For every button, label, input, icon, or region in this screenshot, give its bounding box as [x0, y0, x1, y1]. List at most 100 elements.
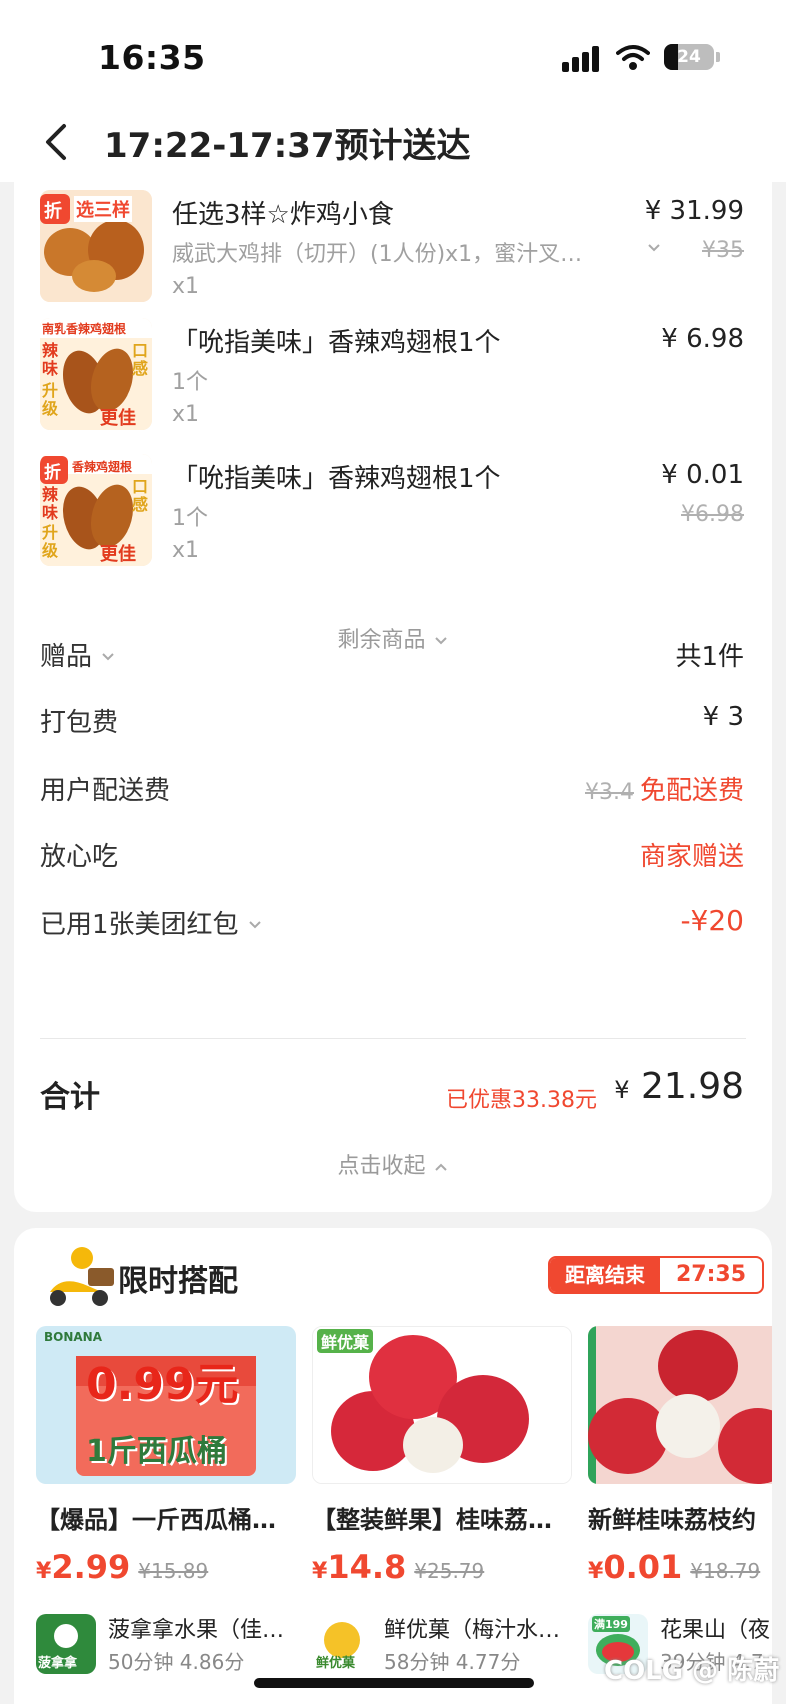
shop-meta: 58分钟 4.77分: [384, 1650, 521, 1674]
status-time: 16:35: [98, 38, 206, 77]
item-thumbnail: 折 选三样: [40, 190, 152, 302]
discount-badge: 折: [44, 201, 62, 222]
thumb-label: 选三样: [74, 196, 132, 222]
product-price: ¥2.99 ¥15.89: [36, 1548, 209, 1586]
item-name: 「吮指美味」香辣鸡翅根1个: [172, 328, 501, 358]
total-discount: 已优惠33.38元: [446, 1088, 597, 1113]
gift-label: 赠品: [40, 636, 116, 673]
battery-nub: [716, 52, 720, 62]
thumb-top-label: 南乳香辣鸡翅根: [42, 322, 127, 336]
item-spec: 1个: [172, 506, 208, 531]
thumb-right-label: 更佳: [100, 544, 136, 565]
product-promo-text: 0.99元: [86, 1359, 239, 1410]
safe-eat-value: 商家赠送: [639, 842, 744, 872]
product-brand: BONANA: [44, 1330, 103, 1344]
back-arrow-icon[interactable]: [40, 122, 76, 162]
product-name: 【爆品】一斤西瓜桶…: [36, 1506, 276, 1534]
thumb-right-label: 口感: [132, 477, 149, 514]
item-qty: x1: [172, 274, 200, 299]
status-bar: 16:35 24: [0, 0, 786, 100]
order-summary-card: 折 选三样 任选3样☆炸鸡小食 威武大鸡排（切开）(1人份)x1，蜜汁叉… x1…: [14, 182, 772, 1212]
product-name: 新鲜桂味荔枝约: [588, 1506, 756, 1534]
item-original-price: ¥35: [702, 238, 744, 263]
thumb-right-label: 更佳: [100, 408, 136, 429]
packing-fee-label: 打包费: [40, 708, 119, 738]
safe-eat-row: 放心吃 商家赠送: [14, 828, 772, 878]
shop-logo-text: 鲜优菓: [316, 1656, 356, 1671]
thumb-top-label: 香辣鸡翅根: [72, 460, 133, 474]
shop-name: 菠拿拿水果（佳…: [108, 1618, 285, 1643]
page-title: 17:22-17:37预计送达: [104, 126, 471, 166]
countdown-timer: 距离结束 27:35: [548, 1256, 764, 1294]
shop-name: 鲜优菓（梅汁水…: [384, 1618, 561, 1643]
product-tag: 鲜优菓: [317, 1329, 374, 1353]
battery-percent: 24: [677, 47, 701, 67]
red-packet-label: 已用1张美团红包: [40, 904, 263, 941]
order-item[interactable]: 南乳香辣鸡翅根 辣味 升级 口感 更佳 「吮指美味」香辣鸡翅根1个 1个 x1 …: [14, 316, 772, 436]
nav-bar: 17:22-17:37预计送达: [0, 100, 786, 182]
thumb-left-label: 升级: [42, 381, 59, 418]
collapse-label: 点击收起: [337, 1154, 426, 1179]
delivery-fee-free: 免配送费: [639, 776, 744, 806]
packing-fee-value: ¥ 3: [702, 702, 744, 732]
total-amount: ¥ 21.98: [614, 1066, 744, 1107]
shop-logo: 鲜优菓: [312, 1614, 372, 1674]
order-item[interactable]: 折 选三样 任选3样☆炸鸡小食 威武大鸡排（切开）(1人份)x1，蜜汁叉… x1…: [14, 188, 772, 308]
shop-logo-text: 菠拿拿: [38, 1656, 78, 1671]
shop-meta: 50分钟 4.86分: [108, 1650, 245, 1674]
product-price: ¥14.8 ¥25.79: [312, 1548, 485, 1586]
item-thumbnail: 南乳香辣鸡翅根 辣味 升级 口感 更佳: [40, 318, 152, 430]
delivery-fee-original: ¥3.4: [585, 780, 634, 805]
wifi-icon: [616, 45, 650, 70]
shop-logo-text: 满199: [592, 1616, 630, 1632]
product-name: 【整装鲜果】桂味荔…: [312, 1506, 552, 1534]
combo-product[interactable]: 新鲜桂味荔枝约 ¥0.01 ¥18.79 满199 花果山（夜 39分钟 4.7: [588, 1326, 772, 1696]
shop-name: 花果山（夜: [660, 1618, 771, 1643]
timer-label: 距离结束: [550, 1258, 660, 1292]
item-thumbnail: 折 香辣鸡翅根 辣味 升级 口感 更佳: [40, 454, 152, 566]
product-image: [588, 1326, 772, 1484]
packing-fee-row: 打包费 ¥ 3: [14, 694, 772, 744]
discount-badge: 折: [44, 463, 61, 483]
item-qty: x1: [172, 402, 200, 427]
total-label: 合计: [40, 1080, 100, 1115]
delivery-scooter-icon: [50, 1247, 114, 1306]
thumb-left-label: 辣味: [42, 485, 59, 522]
order-item[interactable]: 折 香辣鸡翅根 辣味 升级 口感 更佳 「吮指美味」香辣鸡翅根1个 1个 x1 …: [14, 452, 772, 572]
item-price: ¥ 31.99: [644, 196, 744, 226]
thumb-right-label: 口感: [132, 341, 149, 378]
item-spec: 威武大鸡排（切开）(1人份)x1，蜜汁叉…: [172, 242, 583, 267]
red-packet-row[interactable]: 已用1张美团红包 -¥20: [14, 896, 772, 946]
delivery-fee-row: 用户配送费 ¥3.4 免配送费: [14, 762, 772, 812]
product-price: ¥0.01 ¥18.79: [588, 1548, 761, 1586]
chevron-up-icon: [434, 1163, 447, 1171]
chevron-down-icon[interactable]: [646, 240, 662, 256]
thumb-left-label: 辣味: [42, 341, 59, 378]
item-spec: 1个: [172, 370, 208, 395]
gift-value: 共1件: [675, 642, 744, 672]
item-name: 「吮指美味」香辣鸡翅根1个: [172, 464, 501, 494]
watermark: COLG @ 陈蔚: [604, 1656, 780, 1686]
product-promo-sub: 1斤西瓜桶: [86, 1434, 227, 1469]
cellular-signal-icon: [562, 46, 604, 72]
item-price: ¥ 0.01: [661, 460, 744, 490]
combo-product[interactable]: 鲜优菓 【整装鲜果】桂味荔… ¥14.8 ¥25.79 鲜优菓 鲜优菓（梅汁水… …: [312, 1326, 572, 1696]
delivery-fee-label: 用户配送费: [40, 776, 171, 806]
divider: [40, 1038, 746, 1039]
shop-logo: 菠拿拿: [36, 1614, 96, 1674]
chevron-down-icon: [249, 921, 261, 929]
collapse-toggle[interactable]: 点击收起: [14, 1148, 772, 1180]
chevron-down-icon: [102, 653, 114, 661]
combo-title: 限时搭配: [118, 1264, 238, 1299]
combo-product[interactable]: BONANA 0.99元 1斤西瓜桶 【爆品】一斤西瓜桶… ¥2.99 ¥15.8…: [36, 1326, 296, 1696]
gift-row[interactable]: 赠品 共1件: [14, 628, 772, 678]
home-indicator[interactable]: [254, 1678, 534, 1688]
item-price: ¥ 6.98: [661, 324, 744, 354]
timer-value: 27:35: [675, 1262, 747, 1287]
delivery-fee-value: ¥3.4 免配送费: [585, 770, 744, 807]
safe-eat-label: 放心吃: [40, 842, 119, 872]
red-packet-value: -¥20: [680, 904, 744, 937]
product-image: BONANA 0.99元 1斤西瓜桶: [36, 1326, 296, 1484]
thumb-left-label: 升级: [42, 523, 59, 560]
item-qty: x1: [172, 538, 200, 563]
